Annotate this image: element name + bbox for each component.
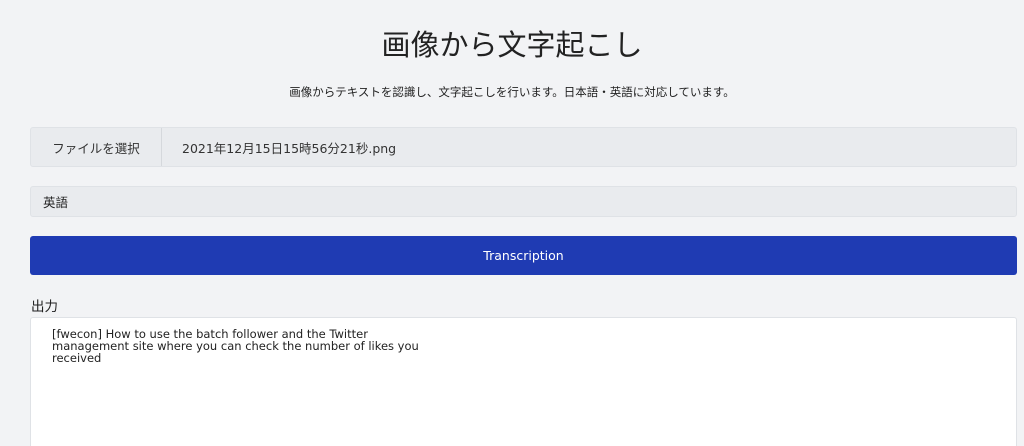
transcription-button[interactable]: Transcription <box>30 236 1017 275</box>
output-text: [fwecon] How to use the batch follower a… <box>52 327 423 365</box>
page-subtitle: 画像からテキストを認識し、文字起こしを行います。日本語・英語に対応しています。 <box>289 85 735 99</box>
choose-file-button[interactable]: ファイルを選択 <box>31 128 162 166</box>
selected-file-name: 2021年12月15日15時56分21秒.png <box>182 140 397 156</box>
output-textarea[interactable]: [fwecon] How to use the batch follower a… <box>30 317 1017 446</box>
language-select[interactable]: 英語 <box>30 186 1017 217</box>
output-label: 出力 <box>31 299 58 315</box>
page: 画像から文字起こし 画像からテキストを認識し、文字起こしを行います。日本語・英語… <box>0 0 1024 446</box>
file-input[interactable]: ファイルを選択 2021年12月15日15時56分21秒.png <box>30 127 1017 167</box>
page-title: 画像から文字起こし <box>381 28 643 62</box>
